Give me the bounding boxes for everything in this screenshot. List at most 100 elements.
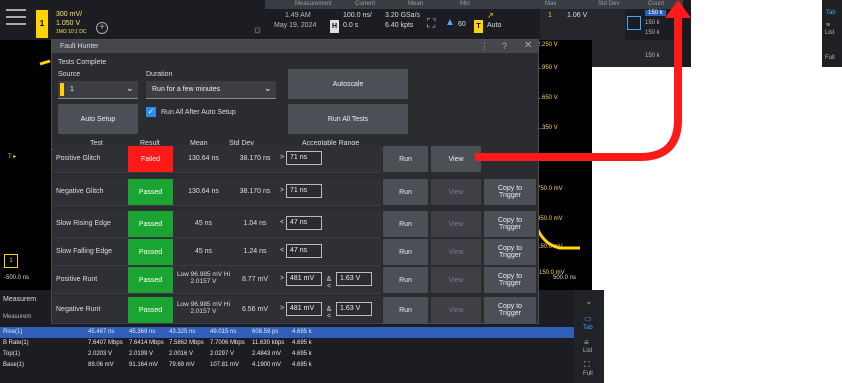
more-icon[interactable]: ⋮ [480, 41, 489, 52]
autoscale-button[interactable]: Autoscale [288, 69, 408, 99]
std-value: 1.24 ns [243, 248, 267, 255]
range-input-upper[interactable]: 1.63 V [336, 272, 372, 286]
copy-to-trigger-button[interactable]: Copy to Trigger [484, 179, 536, 205]
run-button[interactable]: Run [383, 146, 428, 172]
run-all-tests-button[interactable]: Run All Tests [288, 104, 408, 134]
range-input[interactable]: 47 ns [286, 216, 322, 230]
brightness-icon[interactable]: ☼ [252, 22, 263, 36]
copy-to-trigger-button[interactable]: Copy to Trigger [484, 239, 536, 265]
tab-icon[interactable]: ▭ [584, 314, 592, 323]
trigger-level: 1.06 V [567, 12, 588, 19]
std-value: 38.170 ns [239, 155, 271, 162]
test-name: Negative Runt [56, 306, 101, 313]
legend-std: Std Dev [598, 1, 620, 7]
horizontal-scale: 100.0 ns/ [343, 12, 372, 19]
list-icon[interactable]: ≡ [584, 338, 589, 347]
range-input-upper[interactable]: 1.63 V [336, 302, 372, 316]
range-input[interactable]: 47 ns [286, 244, 322, 258]
result-badge: Passed [128, 239, 173, 265]
range-operator: > [279, 154, 285, 161]
horizontal-badge[interactable]: H [330, 20, 339, 33]
source-select[interactable]: 1 ⌄ [58, 81, 138, 99]
view-button[interactable]: View [431, 146, 481, 172]
trigger-source: 1 [548, 12, 552, 19]
y-label: 1.650 V [537, 95, 558, 101]
full-button[interactable]: Full [583, 371, 593, 377]
close-icon[interactable]: ✕ [524, 40, 532, 51]
timebase-panel[interactable]: 1.49 AM May 19, 2024 H 100.0 ns/ 0.0 s 3… [265, 9, 540, 40]
view-button[interactable]: View [431, 211, 481, 237]
copy-to-trigger-button[interactable]: Copy to Trigger [484, 267, 536, 293]
right-strip [683, 0, 691, 67]
memory-depth: 6.40 kpts [385, 22, 414, 29]
view-button[interactable]: View [431, 239, 481, 265]
side-toolbar: ⌄ ▭ Tab ≡ List ⛶ Full [574, 290, 604, 383]
list-button[interactable]: List [583, 348, 592, 354]
view-button[interactable]: View [431, 297, 481, 323]
trigger-badge[interactable]: T [474, 20, 483, 33]
full-icon[interactable]: ⛶ [584, 360, 590, 370]
copy-to-trigger-button[interactable]: Copy to Trigger [484, 297, 536, 323]
auto-setup-button[interactable]: Auto Setup [58, 104, 138, 134]
table-row[interactable]: Base(1) 89.06 mV 91.164 mV 79.69 mV 107.… [0, 360, 574, 371]
tab-label-top[interactable]: Tab [826, 10, 836, 16]
range-input[interactable]: 481 mV [286, 302, 322, 316]
list-icon-top[interactable]: ≡ [826, 22, 830, 29]
channel-scale: 300 mV/ [56, 11, 83, 18]
zoom-icon[interactable] [627, 16, 641, 30]
edge-icon: ↗ [487, 11, 494, 20]
dialog-title: Fault Hunter [60, 43, 99, 50]
duration-label: Duration [146, 71, 173, 78]
mean-value: 130.64 ns [188, 188, 219, 195]
table-row[interactable]: Rise(1) 45.467 ns 45.369 ns 43.325 ns 49… [0, 327, 574, 338]
measurement-header: Measurem [3, 296, 37, 303]
tab-button[interactable]: Tab [583, 325, 593, 331]
run-button[interactable]: Run [383, 267, 428, 293]
count-2: 150 k [645, 20, 660, 26]
copy-to-trigger-button[interactable]: Copy to Trigger [484, 211, 536, 237]
help-icon[interactable]: ? [502, 41, 507, 51]
menu-icon[interactable] [6, 9, 26, 25]
add-channel-icon[interactable]: + [96, 22, 108, 34]
run-button[interactable]: Run [383, 297, 428, 323]
run-button[interactable]: Run [383, 239, 428, 265]
view-button[interactable]: View [431, 267, 481, 293]
clock-time: 1.49 AM [285, 12, 311, 19]
result-badge: Passed [128, 211, 173, 237]
range-input[interactable]: 71 ns [286, 184, 322, 198]
range-input[interactable]: 481 mV [286, 272, 322, 286]
count-1: 150 k [645, 10, 666, 16]
channel-1-marker[interactable]: 1 [4, 254, 18, 268]
range-and: & < [326, 306, 332, 320]
measurement-legend: Measurement Current Mean Min [265, 0, 540, 9]
test-name: Negative Glitch [56, 188, 104, 195]
std-value: 6.56 mV [241, 306, 269, 313]
count-3: 150 k [645, 30, 660, 36]
table-row[interactable]: B Rate(1) 7.6407 Mbps 7.6414 Mbps 7.5862… [0, 338, 574, 349]
bell-icon[interactable]: ▲ [445, 17, 455, 28]
table-row[interactable]: Top(1) 2.0203 V 2.0199 V 2.0016 V 2.0297… [0, 349, 574, 360]
list-label-top[interactable]: List [825, 30, 834, 36]
chevron-down-icon: ⌄ [264, 83, 272, 93]
full-label-top[interactable]: Full [825, 55, 835, 61]
acquire-icon[interactable]: ⛶ [427, 16, 435, 31]
y-label: 1.950 V [537, 65, 558, 71]
test-name: Slow Rising Edge [56, 220, 111, 227]
run-button[interactable]: Run [383, 179, 428, 205]
view-button[interactable]: View [431, 179, 481, 205]
y-label: 1.050 V [537, 155, 558, 161]
duration-select[interactable]: Run for a few minutes ⌄ [146, 81, 276, 99]
y-label: -150.0 mV [537, 270, 565, 276]
legend-right: Max Std Dev Count [540, 0, 683, 9]
result-badge: Failed [128, 146, 173, 172]
trigger-mode: Auto [487, 22, 502, 29]
run-all-after-checkbox[interactable]: ✓ [146, 107, 156, 117]
run-button[interactable]: Run [383, 211, 428, 237]
channel-1-badge[interactable]: 1 [36, 10, 48, 38]
range-input[interactable]: 71 ns [286, 151, 322, 165]
chevron-down-icon: ⌄ [126, 83, 134, 93]
chevron-down-icon[interactable]: ⌄ [585, 296, 593, 307]
range-operator: > [279, 275, 285, 282]
result-badge: Passed [128, 267, 173, 293]
std-value: 1.04 ns [243, 220, 267, 227]
